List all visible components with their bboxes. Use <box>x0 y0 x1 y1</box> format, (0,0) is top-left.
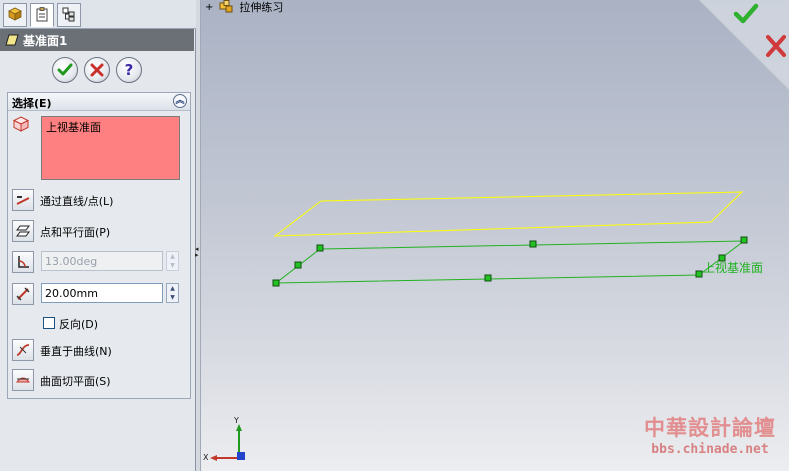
plane-icon <box>5 34 19 46</box>
top-plane-outline[interactable] <box>274 240 746 284</box>
selection-group-title: 选择(E) <box>12 97 52 110</box>
question-icon: ? <box>124 61 134 79</box>
watermark: 中華設計論壇 bbs.chinade.net <box>635 412 785 462</box>
manager-tabs <box>0 0 196 29</box>
spin-up-icon: ▲ <box>170 285 175 292</box>
tab-feature-tree[interactable] <box>3 3 27 27</box>
reference-selection-item[interactable]: 上视基准面 <box>46 119 101 135</box>
action-buttons: ? <box>52 57 152 85</box>
angle-field[interactable]: 13.00deg <box>41 251 163 271</box>
through-line-point-label: 通过直线/点(L) <box>40 195 114 208</box>
distance-spinner[interactable]: ▲ ▼ <box>166 283 179 303</box>
reverse-checkbox[interactable] <box>43 317 55 329</box>
angle-spinner[interactable]: ▲ ▼ <box>166 251 179 271</box>
distance-icon <box>16 287 30 301</box>
watermark-title: 中華設計論壇 <box>644 415 776 440</box>
point-parallel-label: 点和平行面(P) <box>40 226 111 239</box>
feature-tree-icon <box>7 6 23 25</box>
property-manager-panel: 基准面1 ? 选择(E) ︽ 上视基准面 通过直线/点(L) 点和平行面(P) … <box>0 0 196 471</box>
angle-icon <box>16 255 30 269</box>
tangent-surface-button[interactable] <box>12 369 34 391</box>
selection-group-header[interactable]: 选择(E) ︽ <box>8 93 190 111</box>
angle-button[interactable] <box>12 251 34 273</box>
collapse-chevron-icon[interactable]: ︽ <box>173 94 187 108</box>
cancel-button[interactable] <box>84 57 110 83</box>
through-line-point-button[interactable] <box>12 189 34 211</box>
plane-preview-graphics <box>272 191 748 287</box>
check-icon <box>57 62 73 78</box>
point-parallel-button[interactable] <box>12 220 34 242</box>
property-manager-icon <box>34 6 50 25</box>
triad-y-label: Y <box>234 416 239 425</box>
graphics-area[interactable]: + 拉伸练习 上视基准面 Y X 中華設計論壇 bbs.chinade.net <box>201 0 789 471</box>
spin-down-icon: ▼ <box>170 294 175 301</box>
surface-tangent-icon <box>16 373 30 387</box>
reference-triad: Y X <box>201 414 261 471</box>
reverse-label: 反向(D) <box>59 318 99 331</box>
normal-to-curve-button[interactable] <box>12 339 34 361</box>
tab-property-manager[interactable] <box>30 3 54 27</box>
plane-name-label[interactable]: 上视基准面 <box>703 259 763 276</box>
feature-title-bar: 基准面1 <box>0 29 194 51</box>
triad-x-label: X <box>203 453 209 462</box>
tab-configuration-manager[interactable] <box>57 3 81 27</box>
x-icon <box>90 63 104 77</box>
tangent-surface-label: 曲面切平面(S) <box>40 375 111 388</box>
help-button[interactable]: ? <box>116 57 142 83</box>
selection-group: 选择(E) ︽ 上视基准面 通过直线/点(L) 点和平行面(P) 13.00de… <box>7 92 191 399</box>
reference-selection-box[interactable]: 上视基准面 <box>41 116 180 180</box>
distance-field[interactable]: 20.00mm <box>41 283 163 303</box>
spin-up-icon: ▲ <box>170 253 175 260</box>
parallel-plane-icon <box>16 224 30 238</box>
reference-cube-icon <box>12 115 30 136</box>
new-plane-preview[interactable] <box>273 191 744 237</box>
feature-title: 基准面1 <box>23 33 68 48</box>
spin-down-icon: ▼ <box>170 262 175 269</box>
watermark-url: bbs.chinade.net <box>651 442 769 457</box>
line-point-icon <box>16 193 30 207</box>
configuration-manager-icon <box>61 6 77 25</box>
curve-normal-icon <box>16 343 30 357</box>
distance-button[interactable] <box>12 283 34 305</box>
ok-button[interactable] <box>52 57 78 83</box>
normal-to-curve-label: 垂直于曲线(N) <box>40 345 112 358</box>
